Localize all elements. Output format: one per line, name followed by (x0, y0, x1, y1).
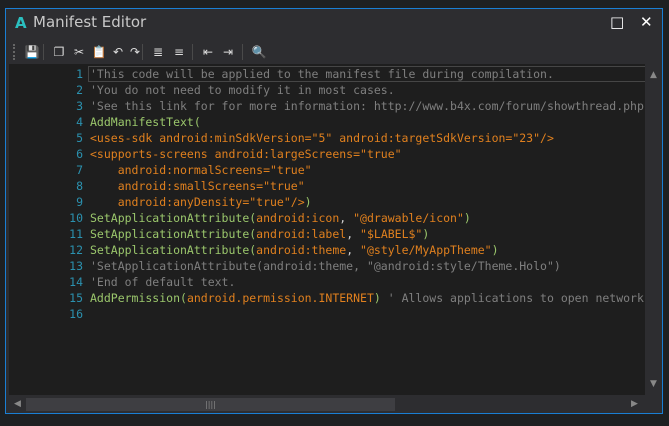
toolbar-separator (192, 44, 193, 60)
code-token: 'SetApplicationAttribute(android:theme, … (90, 259, 561, 273)
code-line[interactable]: <uses-sdk android:minSdkVersion="5" andr… (90, 130, 554, 146)
code-line[interactable]: AddManifestText( (90, 114, 201, 130)
code-token: android.permission.INTERNET (186, 291, 374, 305)
horizontal-scrollbar[interactable]: ◀ |||| ▶ (9, 396, 645, 412)
code-token: , (346, 227, 361, 241)
toolbar: 💾 ❐ ✂ 📋 ↶ ↷ ≣ ≡ ⇤ ⇥ 🔍 (6, 41, 662, 63)
line-number: 9 (76, 195, 83, 209)
line-number: 13 (69, 259, 83, 273)
line-number: 7 (76, 163, 83, 177)
code-token: 'You do not need to modify it in most ca… (90, 83, 395, 97)
line-number: 15 (69, 291, 83, 305)
line-number: 4 (76, 115, 83, 129)
copy-icon[interactable]: ❐ (51, 44, 67, 60)
code-token: ) (373, 291, 381, 305)
maximize-button[interactable]: □ (610, 13, 624, 31)
code-line[interactable]: SetApplicationAttribute(android:icon, "@… (90, 210, 471, 226)
undo-icon[interactable]: ↶ (110, 44, 126, 60)
code-token: SetApplicationAttribute( (90, 243, 257, 257)
manifest-editor-window: A Manifest Editor □ ✕ 💾 ❐ ✂ 📋 ↶ ↷ ≣ ≡ ⇤ ⇥ 🔍 123456… (5, 8, 663, 414)
code-line[interactable]: android:smallScreens="true" (90, 178, 305, 194)
code-token: android:theme (256, 243, 347, 257)
cut-icon[interactable]: ✂ (71, 44, 87, 60)
code-token: ) (422, 227, 430, 241)
code-token: android:label (256, 227, 347, 241)
window-title: Manifest Editor (33, 13, 147, 31)
code-editor[interactable]: 1 2 3 4 5 6 7 8 9 10 11 12 13 14 15 16 'This code will … (9, 64, 645, 395)
scroll-left-icon[interactable]: ◀ (14, 399, 21, 409)
close-button[interactable]: ✕ (640, 13, 653, 31)
code-token: <uses-sdk android:minSdkVersion="5" andr… (90, 131, 554, 145)
code-line[interactable]: <supports-screens android:largeScreens="… (90, 146, 402, 162)
line-number: 14 (69, 275, 83, 289)
code-line[interactable]: 'SetApplicationAttribute(android:theme, … (90, 258, 561, 274)
code-line[interactable]: 'End of default text. (90, 274, 235, 290)
toolbar-separator (242, 44, 243, 60)
code-line[interactable]: AddPermission(android.permission.INTERNE… (90, 290, 645, 306)
line-number: 11 (69, 227, 83, 241)
code-token: android:icon (256, 211, 340, 225)
uncomment-icon[interactable]: ≡ (171, 44, 187, 60)
line-number: 16 (69, 307, 83, 321)
line-number: 10 (69, 211, 83, 225)
code-token: "$LABEL$" (360, 227, 423, 241)
code-token: SetApplicationAttribute( (90, 211, 257, 225)
scroll-up-icon[interactable]: ▲ (650, 70, 657, 80)
code-token: android:smallScreens="true" (90, 179, 305, 193)
code-line[interactable]: SetApplicationAttribute(android:label, "… (90, 226, 429, 242)
code-token: android:anyDensity="true"/> (90, 195, 305, 209)
line-number: 2 (76, 83, 83, 97)
line-number: 8 (76, 179, 83, 193)
toolbar-separator (43, 44, 44, 60)
indent-icon[interactable]: ⇥ (220, 44, 236, 60)
code-line[interactable]: android:anyDensity="true"/>) (90, 194, 312, 210)
toolbar-grip[interactable] (13, 44, 17, 60)
app-logo-icon: A (15, 14, 27, 32)
code-token: , (346, 243, 361, 257)
code-token: , (339, 211, 354, 225)
code-token: "@drawable/icon" (353, 211, 464, 225)
code-token: AddManifestText( (90, 115, 201, 129)
code-line[interactable]: 'You do not need to modify it in most ca… (90, 82, 395, 98)
horizontal-scroll-thumb[interactable]: |||| (26, 398, 395, 411)
toolbar-separator (142, 44, 143, 60)
line-number-gutter: 1 2 3 4 5 6 7 8 9 10 11 12 13 14 15 16 (9, 64, 83, 395)
code-token: android:normalScreens="true" (90, 163, 312, 177)
redo-icon[interactable]: ↷ (127, 44, 143, 60)
code-line[interactable]: 'See this link for for more information:… (90, 98, 645, 114)
title-bar[interactable]: A Manifest Editor □ ✕ (6, 9, 662, 37)
code-line[interactable]: 'This code will be applied to the manife… (90, 66, 554, 82)
code-token: 'End of default text. (90, 275, 236, 289)
scroll-down-icon[interactable]: ▼ (650, 379, 657, 389)
line-number: 6 (76, 147, 83, 161)
code-token: 'See this link for for more information:… (90, 99, 645, 113)
comment-icon[interactable]: ≣ (150, 44, 166, 60)
paste-icon[interactable]: 📋 (91, 44, 107, 60)
save-icon[interactable]: 💾 (24, 44, 40, 60)
line-number: 12 (69, 243, 83, 257)
code-token: ) (463, 211, 471, 225)
line-number: 5 (76, 131, 83, 145)
scroll-right-icon[interactable]: ▶ (631, 399, 638, 409)
code-line[interactable]: android:normalScreens="true" (90, 162, 312, 178)
search-icon[interactable]: 🔍 (251, 44, 267, 60)
line-number: 1 (76, 67, 83, 81)
line-number: 3 (76, 99, 83, 113)
code-token: 'This code will be applied to the manife… (90, 67, 554, 81)
vertical-scrollbar[interactable]: ▲ ▼ (646, 64, 661, 395)
code-token: ) (304, 195, 312, 209)
code-token: "@style/MyAppTheme" (360, 243, 492, 257)
code-line[interactable]: SetApplicationAttribute(android:theme, "… (90, 242, 499, 258)
code-token: ) (491, 243, 499, 257)
code-token: ' Allows applications to open network so… (387, 291, 644, 305)
code-token: SetApplicationAttribute( (90, 227, 257, 241)
code-token: <supports-screens android:largeScreens="… (90, 147, 402, 161)
code-token: AddPermission( (90, 291, 187, 305)
outdent-icon[interactable]: ⇤ (200, 44, 216, 60)
